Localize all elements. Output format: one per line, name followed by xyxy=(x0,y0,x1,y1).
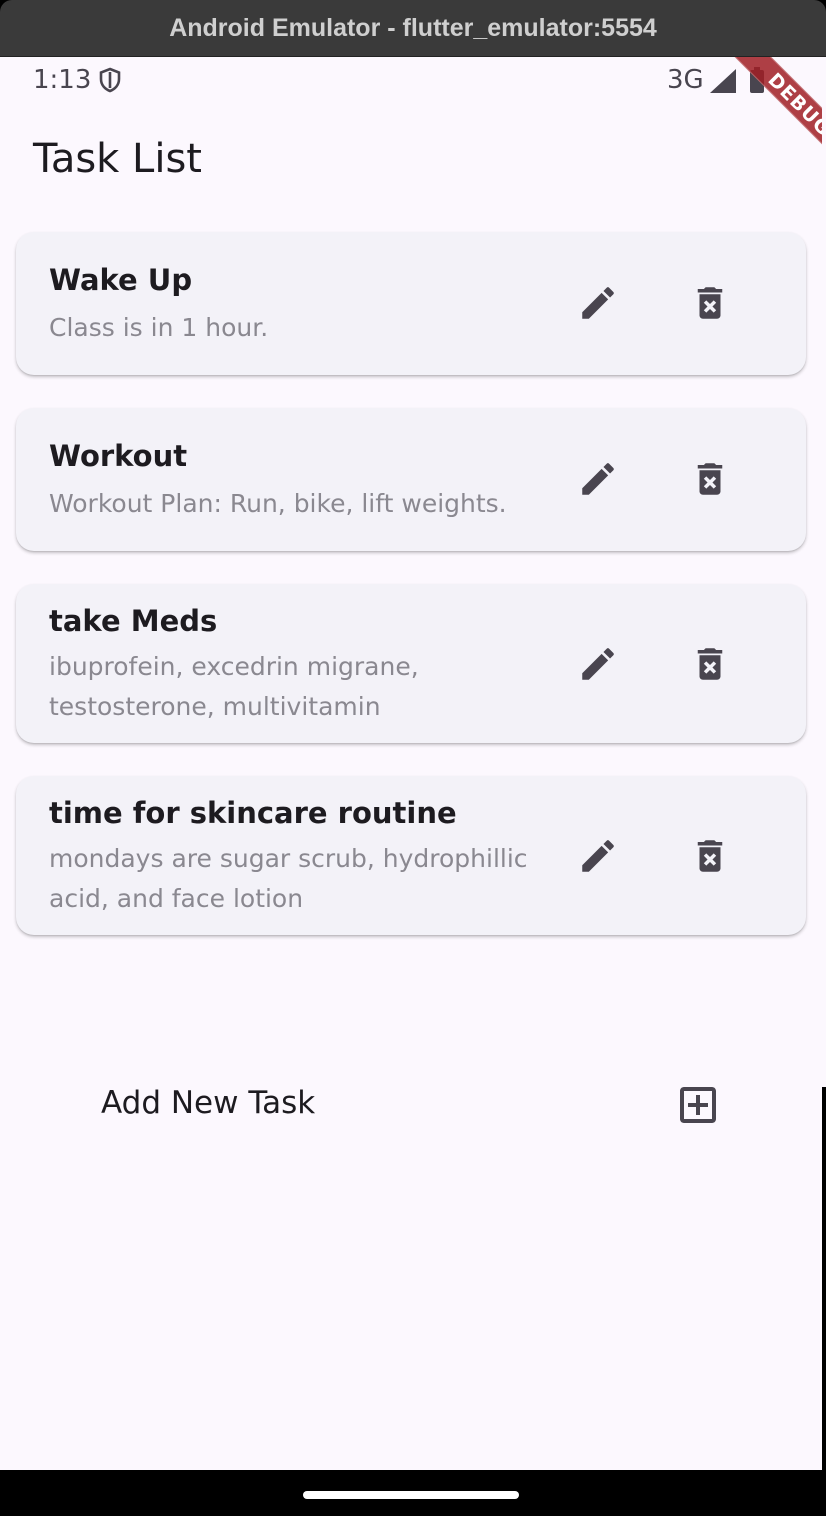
task-description: ibuprofein, excedrin migrane, testostero… xyxy=(49,652,419,721)
delete-forever-icon xyxy=(697,648,723,680)
add-task-label: Add New Task xyxy=(101,1085,316,1121)
task-title: Wake Up xyxy=(49,263,193,297)
pencil-icon xyxy=(582,287,614,319)
signal-icon xyxy=(710,69,736,93)
emulator-title: Android Emulator - flutter_emulator:5554 xyxy=(169,13,657,42)
navigation-bar xyxy=(0,1470,826,1516)
pencil-icon xyxy=(582,463,614,495)
edit-button[interactable] xyxy=(573,454,623,504)
pencil-icon xyxy=(582,648,614,680)
app-screen: 1:13 3G DEBUG Task List Wake Up Class is… xyxy=(0,57,822,1470)
task-card[interactable]: Wake Up Class is in 1 hour. xyxy=(16,232,806,375)
add-box-icon[interactable] xyxy=(674,1081,722,1129)
emulator-title-bar: Android Emulator - flutter_emulator:5554 xyxy=(0,0,826,57)
delete-forever-icon xyxy=(697,287,723,319)
pencil-icon xyxy=(582,840,614,872)
shield-icon xyxy=(99,67,121,93)
add-task-row[interactable]: Add New Task xyxy=(0,1075,822,1139)
edit-button[interactable] xyxy=(573,278,623,328)
task-description: Class is in 1 hour. xyxy=(49,313,269,342)
delete-button[interactable] xyxy=(685,639,735,689)
home-indicator[interactable] xyxy=(303,1491,519,1499)
task-card[interactable]: time for skincare routine mondays are su… xyxy=(16,776,806,935)
delete-button[interactable] xyxy=(685,278,735,328)
task-title: Workout xyxy=(49,439,188,473)
task-title: take Meds xyxy=(49,604,218,638)
edit-button[interactable] xyxy=(573,639,623,689)
edit-button[interactable] xyxy=(573,831,623,881)
task-description: Workout Plan: Run, bike, lift weights. xyxy=(49,489,507,518)
task-card[interactable]: take Meds ibuprofein, excedrin migrane, … xyxy=(16,584,806,743)
delete-button[interactable] xyxy=(685,831,735,881)
status-time: 1:13 xyxy=(33,65,92,95)
task-description: mondays are sugar scrub, hydrophillic ac… xyxy=(49,844,528,913)
screen-edge xyxy=(822,57,826,1087)
task-card[interactable]: Workout Workout Plan: Run, bike, lift we… xyxy=(16,408,806,551)
network-type: 3G xyxy=(667,65,704,95)
delete-forever-icon xyxy=(697,840,723,872)
task-title: time for skincare routine xyxy=(49,796,457,830)
delete-button[interactable] xyxy=(685,454,735,504)
page-title: Task List xyxy=(33,136,202,182)
delete-forever-icon xyxy=(697,463,723,495)
